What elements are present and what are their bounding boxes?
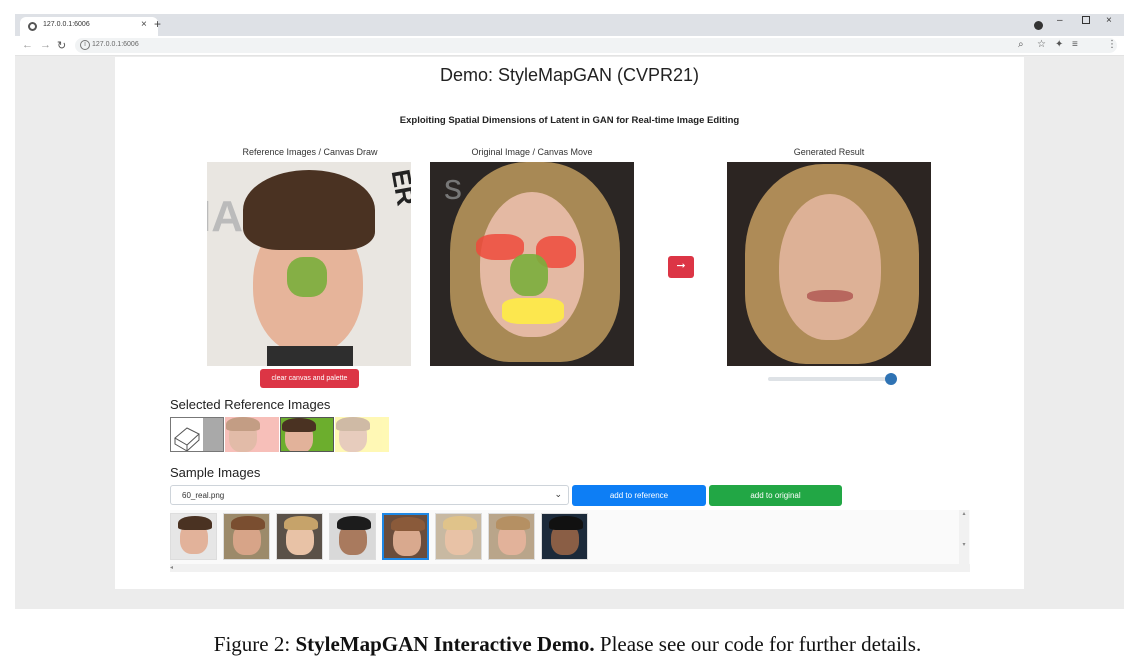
hair-graphic bbox=[243, 170, 375, 250]
horizontal-scrollbar[interactable]: ◂ bbox=[170, 564, 970, 572]
page-content: Demo: StyleMapGAN (CVPR21) Exploiting Sp… bbox=[115, 57, 1024, 589]
green-paint-stroke bbox=[510, 254, 548, 296]
chevron-down-icon: ⌄ bbox=[554, 489, 562, 499]
menu-icon[interactable]: ⋮ bbox=[1107, 39, 1117, 50]
tab-title: 127.0.0.1:6006 bbox=[43, 21, 90, 28]
original-column-label: Original Image / Canvas Move bbox=[471, 147, 593, 157]
eraser-icon bbox=[171, 418, 203, 451]
background-sign-graphic: ER bbox=[385, 167, 411, 208]
add-to-original-button[interactable]: add to original bbox=[709, 485, 842, 506]
url-text: 127.0.0.1:6006 bbox=[92, 41, 139, 48]
page-title: Demo: StyleMapGAN (CVPR21) bbox=[439, 65, 700, 85]
add-to-reference-button[interactable]: add to reference bbox=[572, 485, 706, 506]
generate-arrow-button[interactable]: ➞ bbox=[668, 256, 694, 278]
sample-image-2[interactable] bbox=[223, 513, 270, 560]
caption-prefix: Figure 2: bbox=[213, 632, 296, 656]
sample-image-1[interactable] bbox=[170, 513, 217, 560]
thumbnail-hair-graphic bbox=[226, 417, 260, 431]
sample-images-strip: ▴ ▾ ◂ bbox=[170, 510, 970, 572]
blend-slider-thumb[interactable] bbox=[885, 373, 897, 385]
tab-bar: 127.0.0.1:6006 × + – × bbox=[15, 14, 1124, 36]
selected-reference-eraser[interactable] bbox=[170, 417, 224, 452]
background-letters-graphic: IA bbox=[207, 192, 243, 241]
bookmark-star-icon[interactable]: ☆ bbox=[1037, 39, 1046, 50]
blend-slider[interactable] bbox=[768, 377, 894, 381]
url-field[interactable]: i 127.0.0.1:6006 ⌕ ☆ ✦ ≡ ⋮ bbox=[75, 38, 1117, 53]
shirt-graphic bbox=[267, 346, 353, 366]
caption-rest: Please see our code for further details. bbox=[594, 632, 922, 656]
zoom-icon[interactable]: ⌕ bbox=[1018, 39, 1024, 50]
selected-reference-man[interactable] bbox=[280, 417, 334, 452]
original-canvas[interactable]: s bbox=[430, 162, 634, 366]
address-bar: ← → ↻ i 127.0.0.1:6006 ⌕ ☆ ✦ ≡ ⋮ bbox=[15, 36, 1124, 56]
back-icon[interactable]: ← bbox=[22, 39, 33, 51]
info-icon[interactable]: i bbox=[80, 40, 90, 50]
globe-icon bbox=[28, 22, 37, 31]
sample-image-4[interactable] bbox=[329, 513, 376, 560]
new-tab-button[interactable]: + bbox=[154, 17, 161, 31]
sample-image-8[interactable] bbox=[541, 513, 588, 560]
browser-window: 127.0.0.1:6006 × + – × ← → ↻ i 127.0.0.1… bbox=[15, 14, 1124, 609]
result-column-label: Generated Result bbox=[793, 147, 865, 157]
sample-images-heading: Sample Images bbox=[170, 465, 261, 480]
green-paint-stroke bbox=[287, 257, 327, 297]
thumbnail-hair-graphic bbox=[336, 417, 370, 431]
selected-references-heading: Selected Reference Images bbox=[170, 397, 331, 412]
generated-result-image bbox=[727, 162, 931, 366]
sample-image-5[interactable] bbox=[382, 513, 429, 560]
figure-caption: Figure 2: StyleMapGAN Interactive Demo. … bbox=[0, 632, 1135, 657]
vertical-scrollbar[interactable]: ▴ ▾ bbox=[959, 510, 969, 564]
clear-canvas-button[interactable]: clear canvas and palette bbox=[260, 369, 359, 388]
selected-reference-woman-1[interactable] bbox=[225, 417, 279, 452]
sample-image-select[interactable]: 60_real.png ⌄ bbox=[170, 485, 569, 505]
background-letter-graphic: s bbox=[444, 166, 462, 207]
profile-icon[interactable] bbox=[1034, 21, 1043, 30]
tab-close-icon[interactable]: × bbox=[141, 19, 147, 30]
maximize-button[interactable] bbox=[1082, 16, 1090, 24]
reading-list-icon[interactable]: ≡ bbox=[1072, 39, 1078, 50]
sample-image-7[interactable] bbox=[488, 513, 535, 560]
sample-image-6[interactable] bbox=[435, 513, 482, 560]
thumbnail-hair-graphic bbox=[282, 418, 316, 432]
caption-bold: StyleMapGAN Interactive Demo. bbox=[295, 632, 595, 656]
window-close-button[interactable]: × bbox=[1106, 15, 1112, 26]
sample-image-3[interactable] bbox=[276, 513, 323, 560]
reload-icon[interactable]: ↻ bbox=[57, 39, 66, 52]
reference-canvas[interactable]: IA ER bbox=[207, 162, 411, 366]
minimize-button[interactable]: – bbox=[1057, 15, 1063, 26]
browser-tab[interactable]: 127.0.0.1:6006 × bbox=[20, 17, 158, 36]
page-subtitle: Exploiting Spatial Dimensions of Latent … bbox=[399, 115, 740, 126]
face-skin-graphic bbox=[779, 194, 881, 340]
extensions-icon[interactable]: ✦ bbox=[1055, 39, 1063, 50]
selected-reference-woman-2[interactable] bbox=[335, 417, 389, 452]
reference-column-label: Reference Images / Canvas Draw bbox=[242, 147, 378, 157]
smile-graphic bbox=[807, 290, 853, 302]
yellow-paint-stroke bbox=[502, 298, 564, 324]
sample-select-value: 60_real.png bbox=[182, 491, 225, 500]
forward-icon[interactable]: → bbox=[40, 39, 51, 51]
